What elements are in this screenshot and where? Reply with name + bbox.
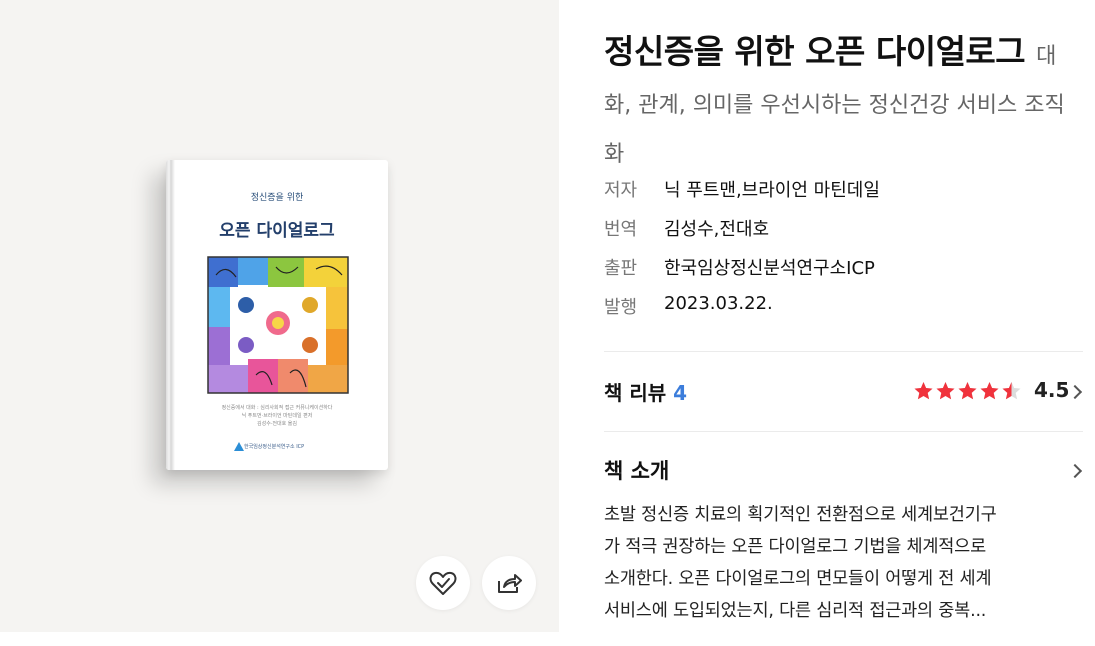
meta-label: 저자: [604, 180, 638, 201]
star-icon: [958, 382, 977, 400]
intro-text: 초발 정신증 치료의 획기적인 전환점으로 세계보건기구 가 적극 권장하는 오…: [604, 499, 1082, 627]
review-label: 책 리뷰 4: [604, 377, 687, 406]
heart-check-icon: [429, 571, 457, 595]
star-icon: [980, 382, 999, 400]
meta-label: 번역: [604, 219, 638, 240]
cover-illustration: [206, 255, 350, 395]
meta-label: 출판: [604, 258, 638, 279]
publisher-logo-icon: [234, 442, 244, 451]
book-title: 정신증을 위한 오픈 다이얼로그 대화, 관계, 의미를 우선시하는 정신건강 …: [604, 30, 1074, 177]
review-count: 4: [673, 381, 688, 405]
intro-line: 초발 정신증 치료의 획기적인 전환점으로 세계보건기구: [604, 505, 997, 525]
share-button[interactable]: [482, 556, 536, 610]
star-rating: [913, 381, 1022, 401]
star-icon: [936, 382, 955, 400]
like-button[interactable]: [416, 556, 470, 610]
intro-line: 가 적극 권장하는 오픈 다이얼로그 기법을 체계적으로: [604, 537, 986, 557]
cover-credit-line: 김성수·전대호 옮김: [257, 421, 297, 427]
cover-credits: 정신증에서 대화 : 심리사회적 접근 커뮤니케이션하다 닉 푸트먼·브라이언 …: [166, 404, 388, 428]
review-summary-row[interactable]: 책 리뷰 4 4.5: [604, 372, 1083, 408]
cover-small-title: 정신증을 위한: [250, 193, 304, 203]
book-main-title: 정신증을 위한 오픈 다이얼로그: [604, 32, 1026, 71]
meta-value: 2023.03.22.: [664, 293, 773, 314]
share-icon: [498, 574, 522, 593]
cover-big-title: 오픈 다이얼로그: [219, 221, 335, 241]
intro-header-row[interactable]: 책 소개: [604, 455, 1083, 489]
intro-line: 서비스에 도입되었는지, 다른 심리적 접근과의 중복...: [604, 601, 987, 621]
divider: [604, 351, 1083, 352]
chevron-right-icon: [1067, 463, 1083, 479]
meta-value[interactable]: 한국임상정신분석연구소ICP: [664, 254, 875, 280]
rating-value: 4.5: [1034, 378, 1070, 402]
star-icon: [1002, 382, 1021, 400]
review-label-text: 책 리뷰: [604, 381, 667, 405]
meta-value[interactable]: 닉 푸트맨,브라이언 마틴데일: [664, 176, 880, 202]
cover-credit-line: 정신증에서 대화 : 심리사회적 접근 커뮤니케이션하다: [221, 405, 333, 411]
cover-publisher: 한국임상정신분석연구소 ICP: [244, 444, 305, 450]
book-cover[interactable]: 정신증을 위한 오픈 다이얼로그 정신증에서 대화 : 심리사회적 접근 커뮤니…: [166, 160, 388, 470]
divider: [604, 431, 1083, 432]
cover-panel: 정신증을 위한 오픈 다이얼로그 정신증에서 대화 : 심리사회적 접근 커뮤니…: [0, 0, 559, 632]
chevron-right-icon: [1067, 384, 1083, 400]
meta-label: 발행: [604, 297, 638, 318]
intro-label: 책 소개: [604, 459, 670, 483]
meta-value[interactable]: 김성수,전대호: [664, 215, 769, 241]
star-icon: [914, 382, 933, 400]
cover-credit-line: 닉 푸트먼·브라이언 마틴데일 편저: [241, 413, 313, 419]
intro-line: 소개한다. 오픈 다이얼로그의 면모들이 어떻게 전 세계: [604, 569, 992, 589]
